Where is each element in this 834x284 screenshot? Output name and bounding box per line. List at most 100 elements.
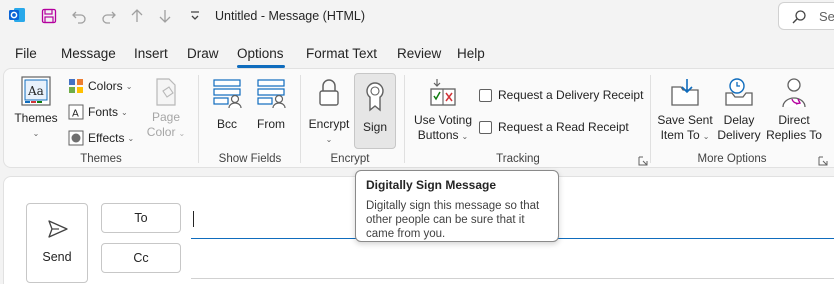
encrypt-label: Encrypt — [308, 117, 350, 131]
read-receipt-checkbox[interactable]: Request a Read Receipt — [479, 116, 629, 138]
effects-label: Effects — [88, 131, 125, 145]
themes-label: Themes — [14, 111, 58, 125]
arrow-up-icon[interactable] — [128, 7, 146, 25]
effects-icon — [68, 130, 84, 146]
to-button[interactable]: To — [101, 203, 181, 233]
lock-icon — [315, 77, 343, 109]
themes-button[interactable]: Aa Themes ⌄ — [14, 75, 58, 141]
search-label: Se — [819, 9, 834, 24]
page-color-button[interactable]: Page Color ⌄ — [144, 77, 188, 141]
save-sent-label-1: Save Sent — [657, 113, 713, 127]
use-voting-label-2: Buttons — [417, 128, 459, 142]
chevron-down-icon: ⌄ — [32, 129, 40, 138]
window-title: Untitled - Message (HTML) — [215, 9, 366, 23]
sign-tooltip: Digitally Sign Message Digitally sign th… — [355, 170, 559, 242]
checkbox-icon — [479, 88, 492, 102]
arrow-down-icon[interactable] — [156, 7, 174, 25]
redo-icon[interactable] — [100, 7, 118, 25]
group-divider — [650, 75, 651, 163]
effects-button[interactable]: Effects ⌄ — [68, 127, 134, 149]
themes-icon: Aa — [20, 75, 52, 107]
page-color-label-1: Page — [151, 110, 181, 124]
search-box[interactable]: Se — [778, 2, 834, 30]
outlook-logo-icon — [8, 6, 26, 24]
delivery-receipt-checkbox[interactable]: Request a Delivery Receipt — [479, 84, 643, 106]
dialog-launcher-icon[interactable] — [638, 155, 648, 166]
bcc-button[interactable]: Bcc — [208, 77, 246, 132]
cc-input[interactable] — [191, 255, 834, 279]
delay-label-1: Delay — [723, 113, 755, 127]
send-label: Send — [42, 250, 72, 264]
tab-review[interactable]: Review — [397, 46, 441, 61]
colors-label: Colors — [88, 79, 123, 93]
read-receipt-label: Request a Read Receipt — [498, 120, 629, 134]
svg-text:A: A — [72, 109, 79, 120]
send-button[interactable]: Send — [26, 203, 88, 283]
page-color-icon — [153, 77, 179, 107]
text-cursor — [193, 211, 194, 227]
ribbon-tabs: File Message Insert Draw Options Format … — [0, 42, 834, 68]
customize-toolbar-icon[interactable] — [186, 7, 204, 25]
tab-help[interactable]: Help — [457, 46, 485, 61]
use-voting-buttons-button[interactable]: Use Voting Buttons ⌄ — [412, 77, 474, 144]
chevron-down-icon: ⌄ — [461, 132, 469, 141]
delay-delivery-button[interactable]: Delay Delivery — [716, 77, 762, 143]
group-divider — [404, 75, 405, 163]
voting-icon — [428, 77, 458, 109]
tooltip-title: Digitally Sign Message — [366, 178, 497, 192]
title-bar: Untitled - Message (HTML) Se — [0, 0, 834, 34]
fonts-label: Fonts — [88, 105, 119, 119]
dialog-launcher-icon[interactable] — [818, 155, 828, 166]
sign-label: Sign — [362, 120, 388, 134]
tab-draw[interactable]: Draw — [187, 46, 219, 61]
chevron-down-icon: ⌄ — [121, 107, 128, 117]
colors-button[interactable]: Colors ⌄ — [68, 75, 132, 97]
use-voting-label-1: Use Voting — [413, 113, 473, 127]
save-sent-label-2: Item To — [660, 128, 700, 142]
chevron-down-icon: ⌄ — [702, 132, 710, 141]
tab-format-text[interactable]: Format Text — [306, 46, 377, 61]
delay-clock-icon — [723, 77, 755, 109]
cc-button[interactable]: Cc — [101, 243, 181, 273]
chevron-down-icon: ⌄ — [125, 81, 133, 91]
folder-arrow-icon — [669, 77, 701, 109]
tab-file[interactable]: File — [15, 46, 37, 61]
bcc-icon — [211, 77, 243, 109]
group-divider — [300, 75, 301, 163]
from-icon — [255, 77, 287, 109]
group-label-more-options: More Options — [697, 153, 767, 165]
encrypt-button[interactable]: Encrypt ⌄ — [306, 77, 352, 147]
direct-replies-to-button[interactable]: Direct Replies To — [764, 77, 824, 143]
delivery-receipt-label: Request a Delivery Receipt — [498, 88, 644, 102]
group-label-show-fields: Show Fields — [218, 153, 282, 165]
checkbox-icon — [479, 120, 492, 134]
send-icon — [47, 218, 69, 240]
group-divider — [198, 75, 199, 163]
undo-icon[interactable] — [70, 7, 88, 25]
group-label-themes: Themes — [80, 153, 122, 165]
search-icon — [791, 9, 807, 28]
bcc-label: Bcc — [216, 117, 237, 131]
chevron-down-icon: ⌄ — [325, 135, 333, 144]
tab-insert[interactable]: Insert — [134, 46, 168, 61]
group-label-tracking: Tracking — [496, 153, 540, 165]
tab-options[interactable]: Options — [237, 46, 284, 61]
colors-icon — [68, 78, 84, 94]
direct-label-2: Replies To — [766, 128, 822, 142]
tab-message[interactable]: Message — [61, 46, 116, 61]
delay-label-2: Delivery — [717, 128, 761, 142]
ribbon: Aa Themes ⌄ Colors ⌄ A Fonts ⌄ Effects ⌄… — [3, 68, 834, 168]
chevron-down-icon: ⌄ — [127, 133, 135, 143]
save-sent-item-button[interactable]: Save Sent Item To ⌄ — [656, 77, 714, 144]
fonts-icon: A — [68, 104, 84, 120]
certificate-ribbon-icon — [363, 80, 387, 112]
page-color-label-2: Color — [146, 125, 176, 139]
person-arrow-icon — [778, 77, 810, 109]
save-icon[interactable] — [40, 7, 58, 25]
group-label-encrypt: Encrypt — [330, 153, 370, 165]
direct-label-1: Direct — [778, 113, 810, 127]
from-button[interactable]: From — [252, 77, 290, 132]
sign-button[interactable]: Sign — [354, 73, 396, 149]
svg-text:Aa: Aa — [27, 84, 44, 98]
fonts-button[interactable]: A Fonts ⌄ — [68, 101, 128, 123]
